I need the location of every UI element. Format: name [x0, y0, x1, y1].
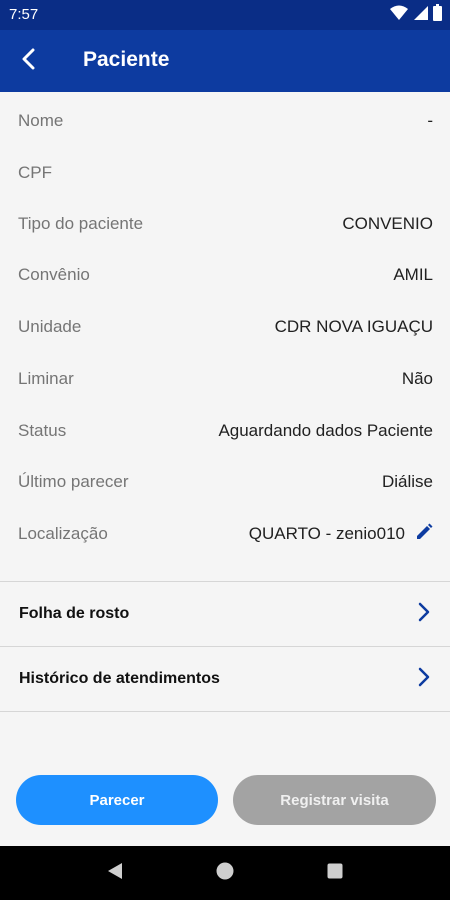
page-title: Paciente: [83, 48, 170, 71]
field-value: CDR NOVA IGUAÇU: [274, 317, 433, 336]
field-label: Localização: [18, 524, 108, 543]
system-nav-bar: [0, 846, 450, 900]
battery-icon: [433, 4, 442, 26]
parecer-button[interactable]: Parecer: [16, 775, 218, 825]
field-label: Nome: [18, 111, 64, 130]
field-label: Liminar: [18, 369, 74, 388]
field-cpf: CPF: [18, 158, 433, 188]
field-value: CONVENIO: [342, 214, 433, 233]
nav-item-label: Histórico de atendimentos: [19, 670, 220, 687]
field-unidade: Unidade CDR NOVA IGUAÇU: [18, 312, 433, 342]
field-localizacao: Localização QUARTO - zenio010: [18, 519, 433, 549]
field-label: Unidade: [18, 317, 82, 336]
field-label: Último parecer: [18, 472, 129, 491]
registrar-visita-button[interactable]: Registrar visita: [233, 775, 436, 825]
status-bar: 7:57: [0, 0, 450, 30]
field-value: -: [427, 111, 433, 130]
field-label: Status: [18, 421, 67, 440]
field-convenio: Convênio AMIL: [18, 260, 433, 290]
status-icons: [390, 4, 442, 26]
app-bar: Paciente: [0, 30, 450, 92]
chevron-right-icon: [418, 667, 430, 692]
field-value: AMIL: [393, 265, 433, 284]
field-value: QUARTO - zenio010: [248, 524, 405, 543]
field-label: Convênio: [18, 265, 90, 284]
edit-pencil-icon: [415, 523, 433, 546]
signal-icon: [413, 5, 428, 26]
nav-item-historico-atendimentos[interactable]: Histórico de atendimentos: [0, 647, 450, 711]
field-value-wrap: QUARTO - zenio010: [249, 523, 433, 546]
wifi-icon: [390, 5, 408, 26]
field-liminar: Liminar Não: [18, 364, 433, 394]
chevron-right-icon: [418, 602, 430, 627]
status-time: 7:57: [9, 6, 39, 23]
field-value: Diálise: [381, 472, 433, 491]
home-circle-icon[interactable]: [216, 862, 234, 885]
nav-item-folha-de-rosto[interactable]: Folha de rosto: [0, 582, 450, 646]
field-nome: Nome -: [18, 106, 433, 136]
arrow-back-icon: [20, 48, 36, 75]
field-status: Status Aguardando dados Paciente: [18, 416, 433, 446]
field-label: Tipo do paciente: [18, 214, 144, 233]
field-tipo-paciente: Tipo do paciente CONVENIO: [18, 209, 433, 239]
back-triangle-icon[interactable]: [107, 862, 123, 885]
nav-item-label: Folha de rosto: [19, 605, 130, 622]
field-label: CPF: [18, 163, 52, 182]
field-value: Não: [401, 369, 433, 388]
field-ultimo-parecer: Último parecer Diálise: [18, 467, 433, 497]
divider: [0, 711, 450, 712]
back-button[interactable]: [10, 43, 46, 79]
field-value: Aguardando dados Paciente: [218, 421, 433, 440]
edit-location-button[interactable]: [415, 523, 433, 546]
recents-square-icon[interactable]: [327, 863, 343, 884]
